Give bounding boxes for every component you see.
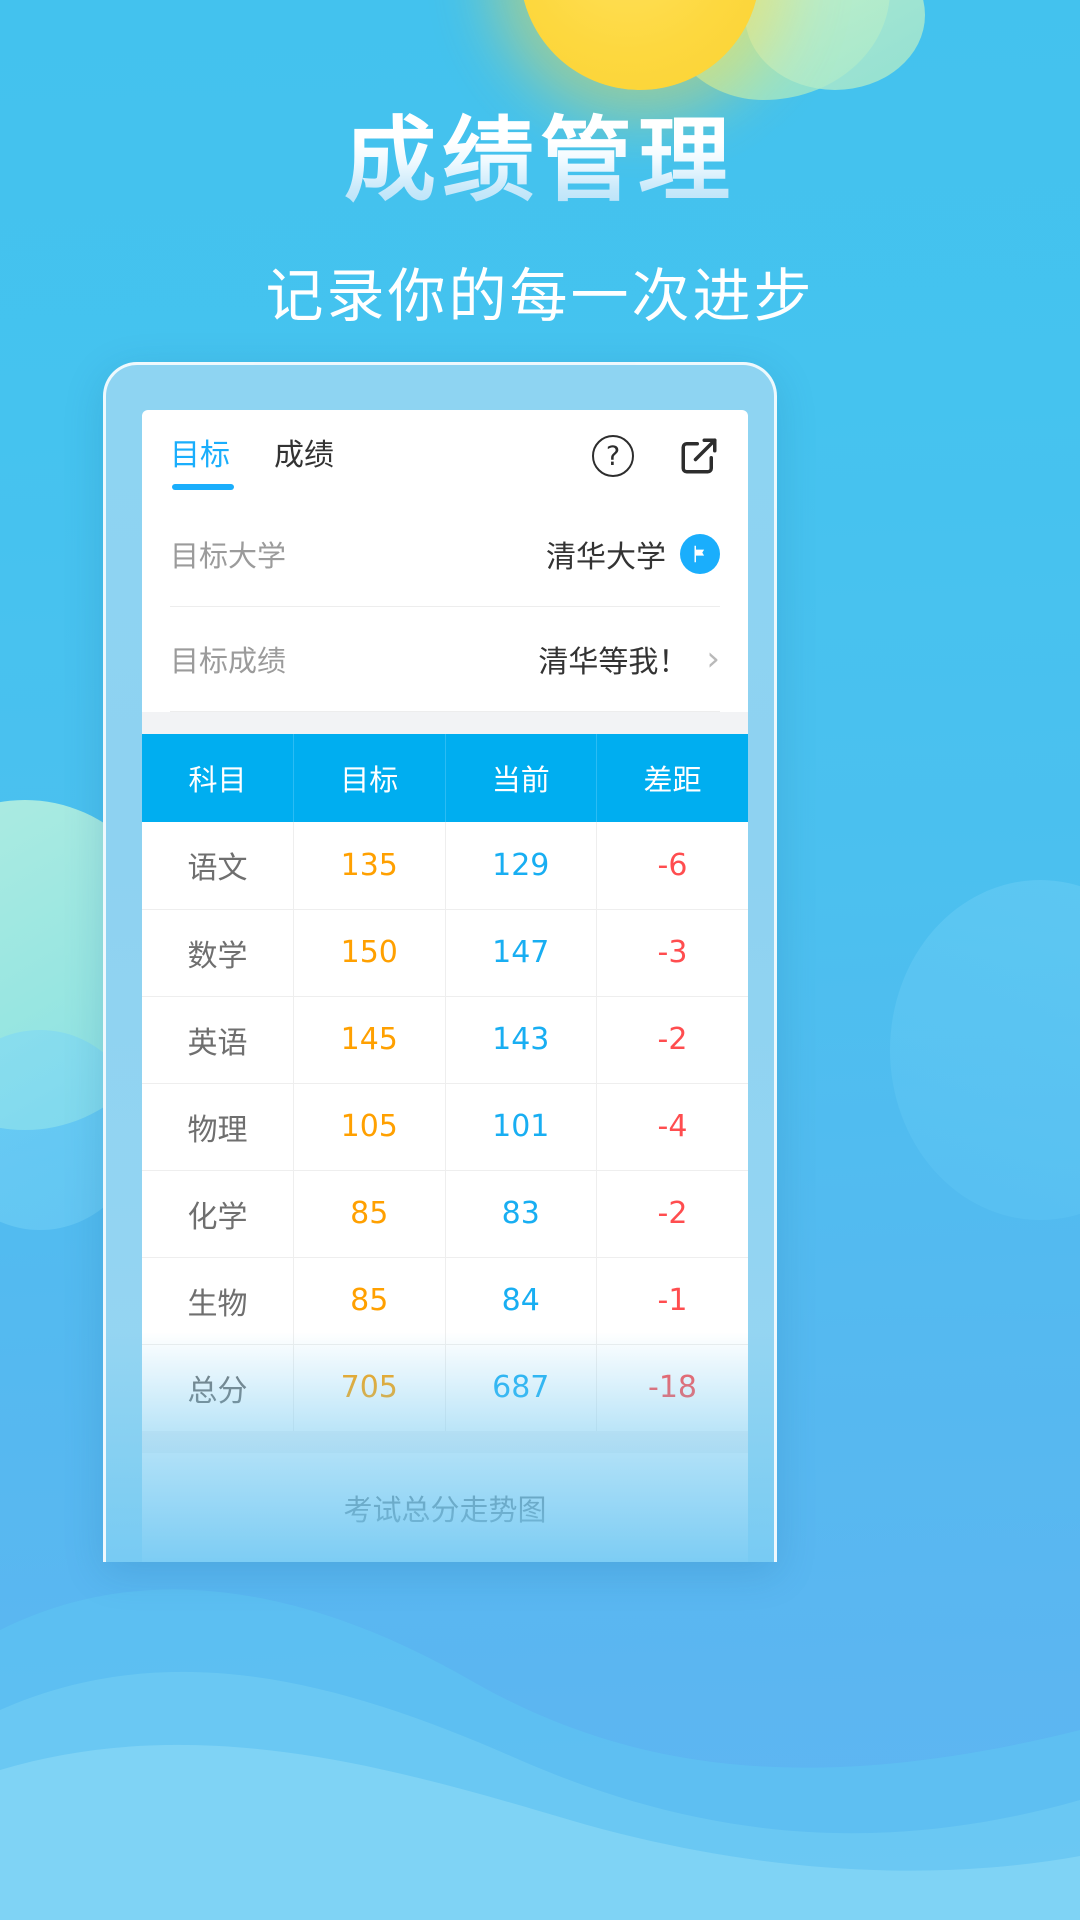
table-body: 语文 135 129 -6 数学 150 147 -3 英语 145 143 -…: [142, 822, 748, 1431]
info-row-target-score[interactable]: 目标成绩 清华等我！ ›: [170, 607, 720, 712]
column-header-target: 目标: [293, 734, 446, 822]
cell-target: 105: [293, 1083, 446, 1171]
chart-title: 考试总分走势图: [343, 1493, 547, 1527]
cell-subject: 数学: [142, 909, 294, 997]
cell-subject: 物理: [142, 1083, 294, 1171]
cell-target: 85: [293, 1170, 446, 1258]
cell-subject: 总分: [142, 1344, 294, 1431]
table-row[interactable]: 英语 145 143 -2: [142, 996, 748, 1084]
cell-target: 135: [293, 822, 446, 910]
decor-blue-blob-right: [890, 880, 1080, 1220]
tab-group: 目标 成绩: [170, 430, 334, 490]
tab-scores[interactable]: 成绩: [274, 430, 334, 482]
column-header-current: 当前: [445, 734, 597, 822]
app-card: 目标 成绩 ? 目标大学 清华大学 目标成绩 清华等我！ › 科目 目标 当前 …: [142, 410, 748, 1562]
phone-mockup: 目标 成绩 ? 目标大学 清华大学 目标成绩 清华等我！ › 科目 目标 当前 …: [103, 362, 777, 1562]
info-value: 清华等我！: [538, 645, 689, 680]
info-value: 清华大学: [546, 540, 666, 575]
cell-current: 84: [445, 1257, 597, 1345]
cell-gap: -18: [648, 1370, 697, 1406]
cell-subject: 化学: [142, 1170, 294, 1258]
cell-subject: 英语: [142, 996, 294, 1084]
table-head: 科目 目标 当前 差距: [142, 734, 748, 822]
cell-gap: -1: [596, 1257, 748, 1345]
table-row[interactable]: 生物 85 84 -1: [142, 1257, 748, 1345]
decor-green-blob-top: [660, 0, 890, 100]
cell-current: 101: [445, 1083, 597, 1171]
table-row[interactable]: 语文 135 129 -6: [142, 822, 748, 910]
help-circle-icon[interactable]: ?: [592, 435, 634, 477]
table-row[interactable]: 数学 150 147 -3: [142, 909, 748, 997]
table-row[interactable]: 物理 105 101 -4: [142, 1083, 748, 1171]
score-comparison-table: 科目 目标 当前 差距 语文 135 129 -6 数学 150 147 -3 …: [142, 734, 748, 1431]
info-row-target-university[interactable]: 目标大学 清华大学: [170, 502, 720, 607]
table-row[interactable]: 化学 85 83 -2: [142, 1170, 748, 1258]
flag-icon: [680, 534, 720, 574]
cell-current: 147: [445, 909, 597, 997]
tab-bar-actions: ?: [592, 435, 720, 477]
cell-target: 85: [293, 1257, 446, 1345]
cell-target: 145: [293, 996, 446, 1084]
decor-sun-circle: [520, 0, 760, 90]
cell-subject: 生物: [142, 1257, 294, 1345]
chevron-right-icon: ›: [706, 639, 720, 679]
cell-current: 83: [445, 1170, 597, 1258]
cell-current: 129: [445, 822, 597, 910]
tab-bar: 目标 成绩 ?: [142, 410, 748, 502]
table-row[interactable]: 总分 705 687 -18: [142, 1344, 748, 1431]
cell-target: 705: [293, 1344, 446, 1431]
cell-gap: -2: [596, 1170, 748, 1258]
cell-gap: -3: [596, 909, 748, 997]
tab-goal[interactable]: 目标: [170, 430, 234, 490]
section-divider: [142, 712, 748, 734]
info-label: 目标大学: [170, 539, 287, 573]
cell-gap: -4: [596, 1083, 748, 1171]
cell-current: 687: [445, 1344, 597, 1431]
hero-heading-group: 成绩管理 记录你的每一次进步: [0, 110, 1080, 333]
section-divider-2: [142, 1431, 748, 1453]
column-header-subject: 科目: [142, 734, 294, 822]
cell-target: 150: [293, 909, 446, 997]
cell-gap: -6: [596, 822, 748, 910]
cell-subject: 语文: [142, 822, 294, 910]
promo-screenshot: 成绩管理 记录你的每一次进步 目标 成绩 ? 目标大学 清华大学 目标成绩 清华…: [0, 0, 1080, 1920]
page-subtitle: 记录你的每一次进步: [265, 262, 815, 331]
trend-chart-section: 考试总分走势图 800 700 目标: [142, 1453, 748, 1562]
column-header-gap: 差距: [596, 734, 748, 822]
total-score-trend-chart: 800 700 目标: [142, 1545, 748, 1562]
table-header-row: 科目 目标 当前 差距: [142, 734, 748, 822]
info-label: 目标成绩: [170, 644, 287, 678]
share-external-icon[interactable]: [678, 435, 720, 477]
decor-green-blob-top-2: [745, 0, 925, 90]
cell-current: 143: [445, 996, 597, 1084]
cell-gap: -2: [596, 996, 748, 1084]
page-title: 成绩管理: [0, 110, 1080, 211]
